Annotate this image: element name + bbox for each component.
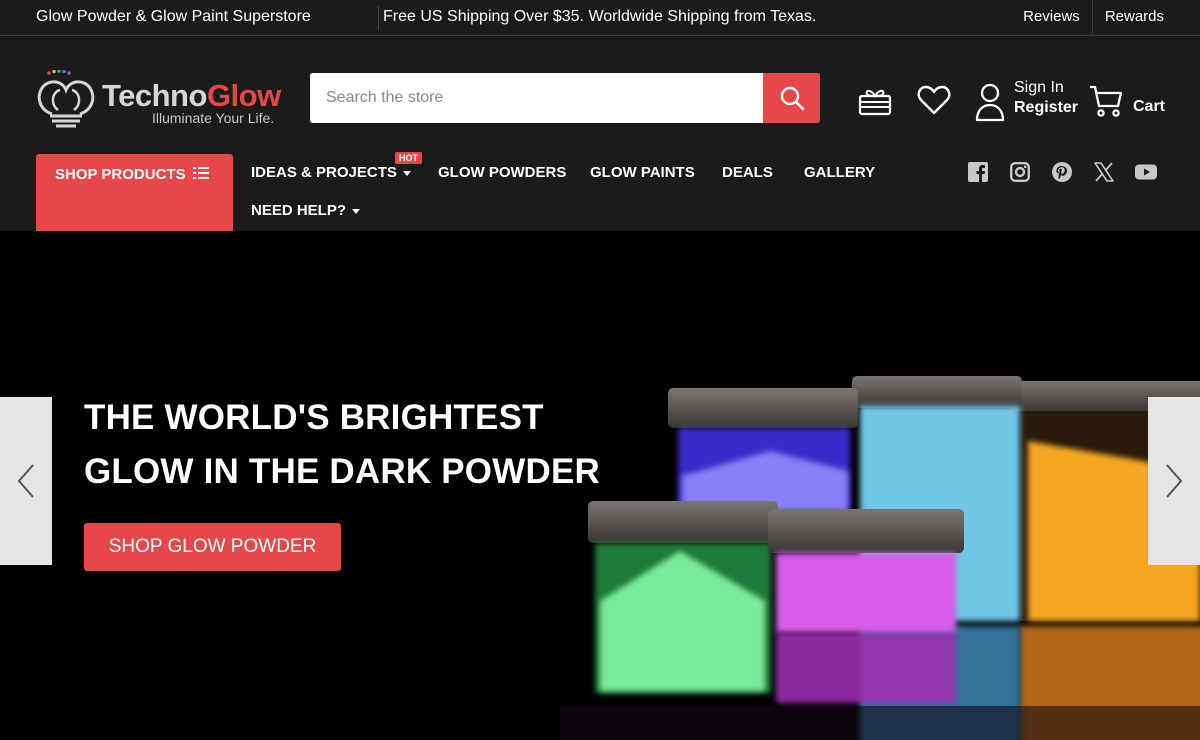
nav-glow-paints[interactable]: GLOW PAINTS <box>590 164 695 181</box>
topbar-divider <box>378 6 379 30</box>
shop-products-button[interactable]: SHOP PRODUCTS <box>36 154 233 231</box>
facebook-icon[interactable] <box>968 162 988 182</box>
sign-in-link[interactable]: Sign In <box>1014 78 1078 98</box>
cart-label: Cart <box>1133 98 1166 115</box>
shop-products-label: SHOP PRODUCTS <box>55 166 186 183</box>
search-bar <box>310 73 820 123</box>
announcement-bar: Glow Powder & Glow Paint Superstore Free… <box>0 0 1200 36</box>
youtube-icon[interactable] <box>1135 162 1157 182</box>
search-button[interactable] <box>763 73 820 123</box>
gift-card-icon[interactable] <box>858 84 892 116</box>
slider-prev-button[interactable] <box>0 397 52 565</box>
nav-need-help-label: NEED HELP? <box>251 202 347 219</box>
glow-powder-jars-image <box>560 376 1200 740</box>
hero-headline-line1: THE WORLD'S BRIGHTEST <box>84 398 544 437</box>
nav-need-help[interactable]: NEED HELP? <box>251 202 361 219</box>
logo-wordmark: TechnoGlow <box>102 78 281 113</box>
pinterest-icon[interactable] <box>1052 162 1072 182</box>
menu-list-icon <box>193 167 209 179</box>
search-icon <box>780 86 804 111</box>
slider-next-button[interactable] <box>1148 397 1200 565</box>
reviews-link[interactable]: Reviews <box>1011 0 1092 36</box>
chevron-down-icon <box>402 170 411 176</box>
store-tagline: Glow Powder & Glow Paint Superstore <box>36 8 311 25</box>
nav-glow-powders[interactable]: GLOW POWDERS <box>438 164 566 181</box>
chevron-right-icon <box>1166 464 1183 498</box>
instagram-icon[interactable] <box>1010 162 1030 182</box>
hero-slider: THE WORLD'S BRIGHTEST GLOW IN THE DARK P… <box>0 231 1200 740</box>
shipping-notice: Free US Shipping Over $35. Worldwide Shi… <box>383 8 817 25</box>
nav-ideas-projects[interactable]: IDEAS & PROJECTS <box>251 164 411 181</box>
rewards-link[interactable]: Rewards <box>1093 0 1164 36</box>
bulb-logo-icon <box>37 70 95 128</box>
account-text: Sign In Register <box>1014 78 1078 118</box>
logo[interactable]: TechnoGlow Illuminate Your Life. <box>36 70 286 128</box>
hot-badge: HOT <box>395 152 422 164</box>
register-link[interactable]: Register <box>1014 98 1078 118</box>
user-icon <box>975 83 1005 122</box>
hero-headline-line2: GLOW IN THE DARK POWDER <box>84 452 600 491</box>
x-icon[interactable] <box>1094 162 1114 182</box>
search-input[interactable] <box>310 73 763 123</box>
shop-glow-powder-button[interactable]: SHOP GLOW POWDER <box>84 523 341 571</box>
cart-icon <box>1090 85 1123 117</box>
wishlist-heart-icon[interactable] <box>917 84 951 116</box>
topbar-links: Reviews Rewards <box>1011 0 1164 36</box>
nav-ideas-projects-label: IDEAS & PROJECTS <box>251 164 397 181</box>
nav-gallery[interactable]: GALLERY <box>804 164 875 181</box>
logo-tagline: Illuminate Your Life. <box>152 110 275 126</box>
chevron-down-icon <box>352 208 361 214</box>
nav-deals[interactable]: DEALS <box>722 164 773 181</box>
chevron-left-icon <box>17 464 34 498</box>
